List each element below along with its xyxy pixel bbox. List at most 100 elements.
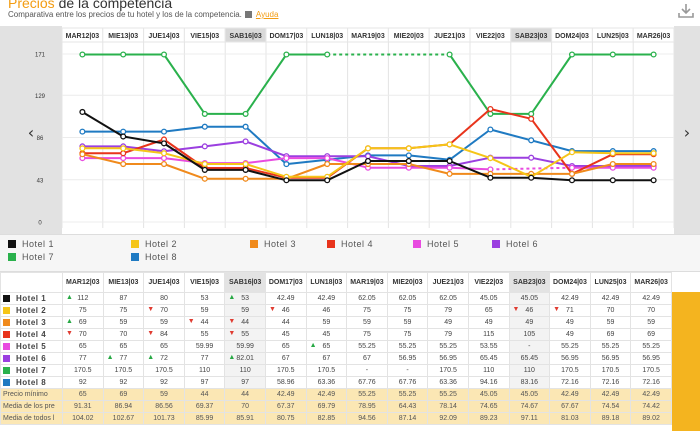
cell-value: 115 bbox=[483, 331, 495, 338]
data-point-hotel-6[interactable] bbox=[528, 154, 535, 161]
data-point-hotel-7[interactable] bbox=[487, 110, 494, 117]
summary-cell: 45.05 bbox=[508, 388, 551, 401]
data-point-hotel-8[interactable] bbox=[79, 128, 86, 135]
data-point-hotel-1[interactable] bbox=[364, 157, 372, 165]
cell-value: 62.05 bbox=[358, 295, 376, 302]
data-point-hotel-2[interactable] bbox=[446, 141, 453, 148]
data-point-hotel-3[interactable] bbox=[446, 170, 453, 177]
table-cell: 59 bbox=[630, 316, 672, 329]
data-point-hotel-3[interactable] bbox=[242, 175, 249, 182]
data-point-hotel-7[interactable] bbox=[568, 51, 576, 58]
data-point-hotel-8[interactable] bbox=[405, 152, 412, 159]
data-point-hotel-2[interactable] bbox=[487, 155, 494, 162]
data-point-hotel-2[interactable] bbox=[405, 145, 412, 152]
data-point-hotel-7[interactable] bbox=[201, 110, 208, 117]
data-point-hotel-7[interactable] bbox=[528, 110, 535, 117]
table-cell: ▲ 77 bbox=[102, 352, 145, 365]
data-point-hotel-3[interactable] bbox=[160, 160, 168, 168]
data-point-hotel-7[interactable] bbox=[650, 51, 657, 58]
data-point-hotel-8[interactable] bbox=[120, 128, 127, 135]
data-point-hotel-7[interactable] bbox=[283, 51, 290, 58]
data-point-hotel-6[interactable] bbox=[364, 153, 372, 160]
table-cell: - bbox=[508, 340, 551, 353]
data-point-hotel-3[interactable] bbox=[201, 175, 208, 182]
data-point-hotel-1[interactable] bbox=[609, 177, 616, 184]
data-point-hotel-1[interactable] bbox=[79, 108, 86, 116]
data-point-hotel-5[interactable] bbox=[446, 164, 453, 171]
data-point-hotel-3[interactable] bbox=[609, 160, 616, 168]
data-point-hotel-4[interactable] bbox=[487, 105, 494, 113]
help-link[interactable]: Ayuda bbox=[256, 10, 279, 19]
data-point-hotel-8[interactable] bbox=[528, 137, 535, 144]
table-cell: 45.05 bbox=[467, 292, 510, 305]
data-point-hotel-8[interactable] bbox=[487, 126, 494, 133]
data-point-hotel-3[interactable] bbox=[120, 160, 127, 168]
legend-item[interactable]: Hotel 8 bbox=[131, 252, 177, 262]
data-point-hotel-1[interactable] bbox=[242, 166, 249, 173]
data-point-hotel-4[interactable] bbox=[120, 150, 127, 157]
data-point-hotel-7[interactable] bbox=[324, 51, 331, 58]
legend-item[interactable]: Hotel 2 bbox=[131, 239, 177, 249]
data-point-hotel-2[interactable] bbox=[568, 149, 576, 156]
data-point-hotel-1[interactable] bbox=[487, 174, 494, 181]
data-point-hotel-7[interactable] bbox=[120, 51, 127, 58]
data-point-hotel-1[interactable] bbox=[201, 166, 208, 173]
table-cell: 56.95 bbox=[427, 352, 469, 365]
data-point-hotel-3[interactable] bbox=[568, 170, 576, 177]
data-point-hotel-1[interactable] bbox=[568, 177, 576, 184]
data-point-hotel-8[interactable] bbox=[242, 123, 249, 130]
data-point-hotel-2[interactable] bbox=[650, 150, 657, 157]
data-point-hotel-2[interactable] bbox=[242, 160, 249, 168]
legend-item[interactable]: Hotel 1 bbox=[8, 239, 54, 249]
data-point-hotel-1[interactable] bbox=[160, 140, 168, 147]
cell-value: 49 bbox=[566, 331, 574, 338]
data-point-hotel-6[interactable] bbox=[201, 143, 208, 150]
summary-cell: 74.42 bbox=[630, 400, 672, 413]
data-point-hotel-7[interactable] bbox=[446, 51, 453, 58]
data-point-hotel-1[interactable] bbox=[650, 177, 657, 184]
header: Precios de la competencia Comparativa en… bbox=[0, 0, 700, 26]
data-point-hotel-3[interactable] bbox=[650, 160, 657, 168]
data-point-hotel-5[interactable] bbox=[283, 155, 290, 162]
data-point-hotel-5[interactable] bbox=[120, 155, 127, 162]
data-point-hotel-2[interactable] bbox=[120, 145, 127, 152]
data-point-hotel-2[interactable] bbox=[364, 145, 372, 152]
next-arrow-icon[interactable]: › bbox=[684, 123, 690, 142]
data-point-hotel-1[interactable] bbox=[324, 177, 331, 184]
data-point-hotel-1[interactable] bbox=[446, 157, 453, 165]
data-point-hotel-2[interactable] bbox=[160, 150, 168, 157]
data-point-hotel-8[interactable] bbox=[160, 128, 168, 135]
data-point-hotel-8[interactable] bbox=[201, 123, 208, 130]
legend-item[interactable]: Hotel 3 bbox=[250, 239, 296, 249]
data-point-hotel-7[interactable] bbox=[79, 51, 86, 58]
data-point-hotel-1[interactable] bbox=[405, 157, 412, 165]
prev-arrow-icon[interactable]: ‹ bbox=[28, 123, 34, 142]
table-cell: 65 bbox=[62, 340, 104, 353]
data-point-hotel-1[interactable] bbox=[283, 177, 290, 184]
cell-value: 75 bbox=[119, 307, 128, 314]
data-point-hotel-4[interactable] bbox=[528, 115, 535, 122]
data-point-hotel-7[interactable] bbox=[160, 51, 168, 58]
data-point-hotel-5[interactable] bbox=[568, 164, 576, 171]
legend-item[interactable]: Hotel 6 bbox=[492, 239, 538, 249]
table-cell: 42.49 bbox=[549, 292, 591, 305]
data-point-hotel-1[interactable] bbox=[120, 133, 127, 140]
table-row: Hotel 4 ▼ 70 70 ▼ 84 55 ▼ 55 45 45 75 75 79 115 105 49 69… bbox=[0, 328, 672, 341]
data-point-hotel-7[interactable] bbox=[242, 110, 249, 117]
data-point-hotel-6[interactable] bbox=[242, 138, 249, 145]
cell-value: 55.25 bbox=[398, 343, 417, 350]
download-icon[interactable] bbox=[676, 2, 696, 20]
data-point-hotel-2[interactable] bbox=[201, 160, 208, 168]
data-point-hotel-2[interactable] bbox=[79, 145, 86, 152]
data-point-hotel-8[interactable] bbox=[283, 161, 290, 168]
legend-item[interactable]: Hotel 7 bbox=[8, 252, 54, 262]
legend-item[interactable]: Hotel 5 bbox=[413, 239, 459, 249]
legend-item[interactable]: Hotel 4 bbox=[327, 239, 373, 249]
data-point-hotel-2[interactable] bbox=[609, 150, 616, 157]
data-point-hotel-3[interactable] bbox=[324, 160, 331, 168]
data-point-hotel-3[interactable] bbox=[79, 151, 86, 158]
data-point-hotel-5[interactable] bbox=[160, 155, 168, 162]
data-point-hotel-7[interactable] bbox=[609, 51, 616, 58]
data-point-hotel-5[interactable] bbox=[324, 155, 331, 162]
data-point-hotel-1[interactable] bbox=[528, 174, 535, 181]
